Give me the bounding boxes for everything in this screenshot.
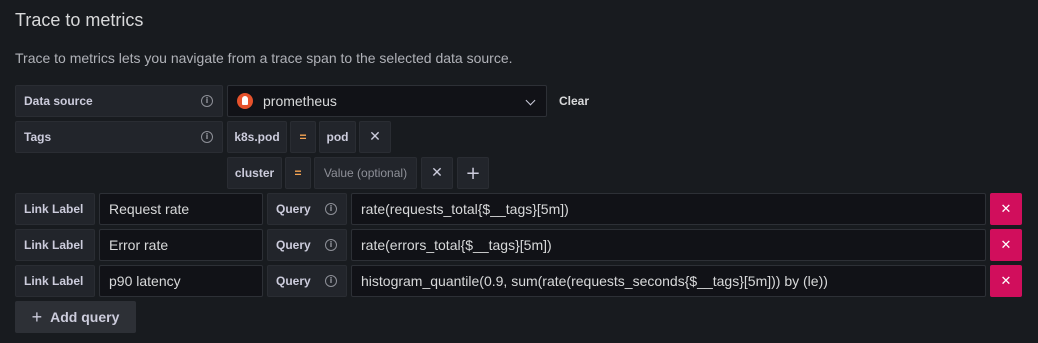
query-input[interactable]: histogram_quantile(0.9, sum(rate(request… <box>351 265 986 297</box>
clear-button[interactable]: Clear <box>559 94 589 108</box>
tag-value-text: pod <box>326 130 349 144</box>
close-icon: ✕ <box>1000 237 1012 253</box>
info-icon[interactable]: i <box>325 239 337 251</box>
info-icon[interactable]: i <box>325 203 337 215</box>
tags-label: Tags i <box>15 121 223 153</box>
tag-value-input[interactable]: Value (optional) <box>314 157 417 189</box>
delete-query-button[interactable]: ✕ <box>990 229 1022 261</box>
add-query-label: Add query <box>50 309 120 325</box>
query-input[interactable]: rate(errors_total{$__tags}[5m]) <box>351 229 986 261</box>
query-label-text: Query <box>276 238 311 252</box>
link-label-label: Link Label <box>15 193 95 225</box>
link-label-label-text: Link Label <box>24 238 84 252</box>
plus-icon: + <box>31 306 43 327</box>
tag-key-text: cluster <box>234 166 275 180</box>
datasource-select[interactable]: prometheus <box>227 85 547 117</box>
query-label: Query i <box>267 229 347 261</box>
tag-operator-text: = <box>294 166 302 180</box>
remove-tag-button[interactable]: ✕ <box>421 157 453 189</box>
close-icon: ✕ <box>369 129 381 145</box>
query-value: histogram_quantile(0.9, sum(rate(request… <box>361 273 828 289</box>
query-label-text: Query <box>276 274 311 288</box>
query-label: Query i <box>267 193 347 225</box>
prometheus-icon <box>237 93 253 109</box>
chevron-down-icon <box>525 95 536 106</box>
query-value: rate(errors_total{$__tags}[5m]) <box>361 237 552 253</box>
info-icon[interactable]: i <box>201 95 213 107</box>
query-label-text: Query <box>276 202 311 216</box>
tag-key[interactable]: k8s.pod <box>227 121 287 153</box>
query-input[interactable]: rate(requests_total{$__tags}[5m]) <box>351 193 986 225</box>
tag-operator[interactable]: = <box>290 121 316 153</box>
link-label-label: Link Label <box>15 265 95 297</box>
section-description: Trace to metrics lets you navigate from … <box>15 50 513 66</box>
tag-key[interactable]: cluster <box>227 157 282 189</box>
plus-icon: + <box>465 162 481 184</box>
link-label-value: Error rate <box>109 237 169 253</box>
info-icon[interactable]: i <box>325 275 337 287</box>
link-label-input[interactable]: p90 latency <box>99 265 263 297</box>
link-label-label: Link Label <box>15 229 95 261</box>
close-icon: ✕ <box>1000 201 1012 217</box>
link-label-input[interactable]: Request rate <box>99 193 263 225</box>
link-label-label-text: Link Label <box>24 202 84 216</box>
query-label: Query i <box>267 265 347 297</box>
query-value: rate(requests_total{$__tags}[5m]) <box>361 201 569 217</box>
tag-operator-text: = <box>299 130 307 144</box>
link-label-label-text: Link Label <box>24 274 84 288</box>
datasource-value: prometheus <box>263 93 337 109</box>
tag-value-placeholder: Value (optional) <box>323 166 408 180</box>
tag-value[interactable]: pod <box>319 121 356 153</box>
remove-tag-button[interactable]: ✕ <box>359 121 391 153</box>
link-label-value: p90 latency <box>109 273 181 289</box>
add-query-button[interactable]: + Add query <box>15 301 136 333</box>
delete-query-button[interactable]: ✕ <box>990 265 1022 297</box>
add-tag-button[interactable]: + <box>457 157 489 189</box>
datasource-label: Data source i <box>15 85 223 117</box>
link-label-input[interactable]: Error rate <box>99 229 263 261</box>
tags-label-text: Tags <box>24 130 52 144</box>
close-icon: ✕ <box>431 165 443 181</box>
close-icon: ✕ <box>1000 273 1012 289</box>
tag-operator[interactable]: = <box>285 157 311 189</box>
delete-query-button[interactable]: ✕ <box>990 193 1022 225</box>
section-title: Trace to metrics <box>15 10 144 30</box>
tag-key-text: k8s.pod <box>234 130 280 144</box>
datasource-label-text: Data source <box>24 94 93 108</box>
info-icon[interactable]: i <box>201 131 213 143</box>
link-label-value: Request rate <box>109 201 190 217</box>
